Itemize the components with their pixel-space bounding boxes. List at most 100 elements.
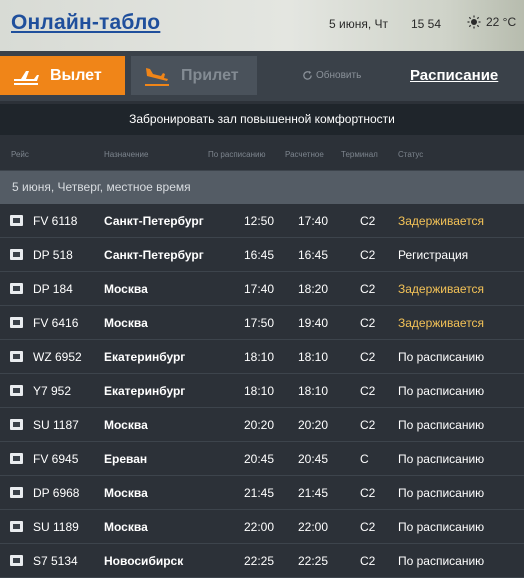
flight-row[interactable]: DP 184 Москва 17:40 18:20 C2 Задерживается — [0, 272, 524, 306]
column-headers: Рейс Назначение По расписанию Расчетное … — [0, 135, 524, 171]
scheduled-time: 20:20 — [244, 418, 275, 432]
flight-number: Y7 952 — [33, 384, 72, 398]
col-estimated: Расчетное — [285, 150, 324, 159]
airline-logo-icon — [10, 283, 23, 294]
flight-row[interactable]: Y7 952 Екатеринбург 18:10 18:10 C2 По расписа… — [0, 374, 524, 408]
estimated-time: 16:45 — [298, 248, 329, 262]
schedule-link[interactable]: Расписание — [410, 67, 498, 84]
col-terminal: Терминал — [341, 150, 378, 159]
weather-widget: 22 °C — [467, 15, 516, 29]
flight-number: DP 184 — [33, 282, 73, 296]
scheduled-time: 12:50 — [244, 214, 275, 228]
status: По расписанию — [398, 350, 485, 364]
scheduled-time: 18:10 — [244, 384, 275, 398]
scheduled-time: 18:10 — [244, 350, 275, 364]
flight-row[interactable]: SU 1189 Москва 22:00 22:00 C2 По расписанию — [0, 510, 524, 544]
status: Задерживается — [398, 316, 485, 330]
temperature: 22 °C — [486, 15, 517, 29]
terminal: C — [360, 452, 369, 466]
airline-logo-icon — [10, 521, 23, 532]
destination: Москва — [104, 520, 148, 534]
terminal: C2 — [360, 282, 376, 296]
estimated-time: 17:40 — [298, 214, 329, 228]
flight-number: FV 6118 — [33, 214, 78, 228]
status: По расписанию — [398, 554, 485, 568]
airline-logo-icon — [10, 317, 23, 328]
terminal: C2 — [360, 214, 376, 228]
flight-row[interactable]: FV 6416 Москва 17:50 19:40 C2 Задерживается — [0, 306, 524, 340]
tab-departure[interactable]: Вылет — [0, 56, 125, 95]
flight-row[interactable]: SU 1187 Москва 20:20 20:20 C2 По расписанию — [0, 408, 524, 442]
plane-takeoff-icon — [14, 71, 39, 85]
flight-number: FV 6416 — [33, 316, 79, 330]
terminal: C2 — [360, 520, 376, 534]
estimated-time: 20:20 — [298, 418, 329, 432]
flight-number: S7 5134 — [33, 554, 78, 568]
estimated-time: 22:25 — [298, 554, 329, 568]
destination: Москва — [104, 418, 148, 432]
flight-number: WZ 6952 — [33, 350, 82, 364]
airline-logo-icon — [10, 215, 23, 226]
destination: Санкт-Петербург — [104, 214, 204, 228]
estimated-time: 18:10 — [298, 350, 329, 364]
airline-logo-icon — [10, 385, 23, 396]
page-title[interactable]: Онлайн-табло — [11, 11, 160, 35]
airline-logo-icon — [10, 555, 23, 566]
col-status: Статус — [398, 150, 424, 159]
refresh-button[interactable]: Обновить — [302, 70, 361, 81]
refresh-icon — [303, 70, 312, 80]
estimated-time: 19:40 — [298, 316, 329, 330]
flight-number: SU 1187 — [33, 418, 79, 432]
status: По расписанию — [398, 384, 485, 398]
flights-table: FV 6118 Санкт-Петербург 12:50 17:40 C2 Задерж… — [0, 204, 524, 578]
estimated-time: 18:20 — [298, 282, 329, 296]
scheduled-time: 17:40 — [244, 282, 275, 296]
tab-arrival-label: Прилет — [181, 67, 239, 84]
status: По расписанию — [398, 452, 485, 466]
destination: Москва — [104, 316, 148, 330]
estimated-time: 22:00 — [298, 520, 329, 534]
destination: Санкт-Петербург — [104, 248, 204, 262]
date-group-label: 5 июня, Четверг, местное время — [12, 180, 191, 194]
flight-number: DP 6968 — [33, 486, 80, 500]
terminal: C2 — [360, 486, 376, 500]
sun-icon — [467, 15, 481, 29]
airline-logo-icon — [10, 419, 23, 430]
destination: Екатеринбург — [104, 350, 186, 364]
terminal: C2 — [360, 316, 376, 330]
scheduled-time: 20:45 — [244, 452, 275, 466]
flight-row[interactable]: FV 6945 Ереван 20:45 20:45 C По расписанию — [0, 442, 524, 476]
terminal: C2 — [360, 418, 376, 432]
col-flight: Рейс — [11, 150, 29, 159]
flight-number: FV 6945 — [33, 452, 79, 466]
flight-row[interactable]: S7 5134 Новосибирск 22:25 22:25 C2 По расписа… — [0, 544, 524, 578]
estimated-time: 18:10 — [298, 384, 329, 398]
airline-logo-icon — [10, 351, 23, 362]
lounge-booking-banner[interactable]: Забронировать зал повышенной комфортност… — [0, 104, 524, 135]
scheduled-time: 21:45 — [244, 486, 275, 500]
estimated-time: 21:45 — [298, 486, 329, 500]
scheduled-time: 22:00 — [244, 520, 275, 534]
destination: Ереван — [104, 452, 148, 466]
status: По расписанию — [398, 418, 485, 432]
flight-row[interactable]: DP 6968 Москва 21:45 21:45 C2 По расписанию — [0, 476, 524, 510]
header-bar: Онлайн-табло 5 июня, Чт 15 54 22 °C — [0, 0, 524, 51]
status: Задерживается — [398, 282, 485, 296]
current-date: 5 июня, Чт — [329, 17, 388, 31]
terminal: C2 — [360, 384, 376, 398]
status: Задерживается — [398, 214, 485, 228]
terminal: C2 — [360, 248, 376, 262]
status: Регистрация — [398, 248, 469, 262]
estimated-time: 20:45 — [298, 452, 329, 466]
tab-departure-label: Вылет — [50, 67, 102, 84]
scheduled-time: 16:45 — [244, 248, 275, 262]
flight-row[interactable]: DP 518 Санкт-Петербург 16:45 16:45 C2 Регистр… — [0, 238, 524, 272]
flight-row[interactable]: WZ 6952 Екатеринбург 18:10 18:10 C2 По распис… — [0, 340, 524, 374]
destination: Москва — [104, 486, 148, 500]
tab-arrival[interactable]: Прилет — [131, 56, 257, 95]
current-time: 15 54 — [411, 17, 442, 31]
flight-number: SU 1189 — [33, 520, 79, 534]
terminal: C2 — [360, 554, 376, 568]
terminal: C2 — [360, 350, 376, 364]
flight-row[interactable]: FV 6118 Санкт-Петербург 12:50 17:40 C2 Задерж… — [0, 204, 524, 238]
